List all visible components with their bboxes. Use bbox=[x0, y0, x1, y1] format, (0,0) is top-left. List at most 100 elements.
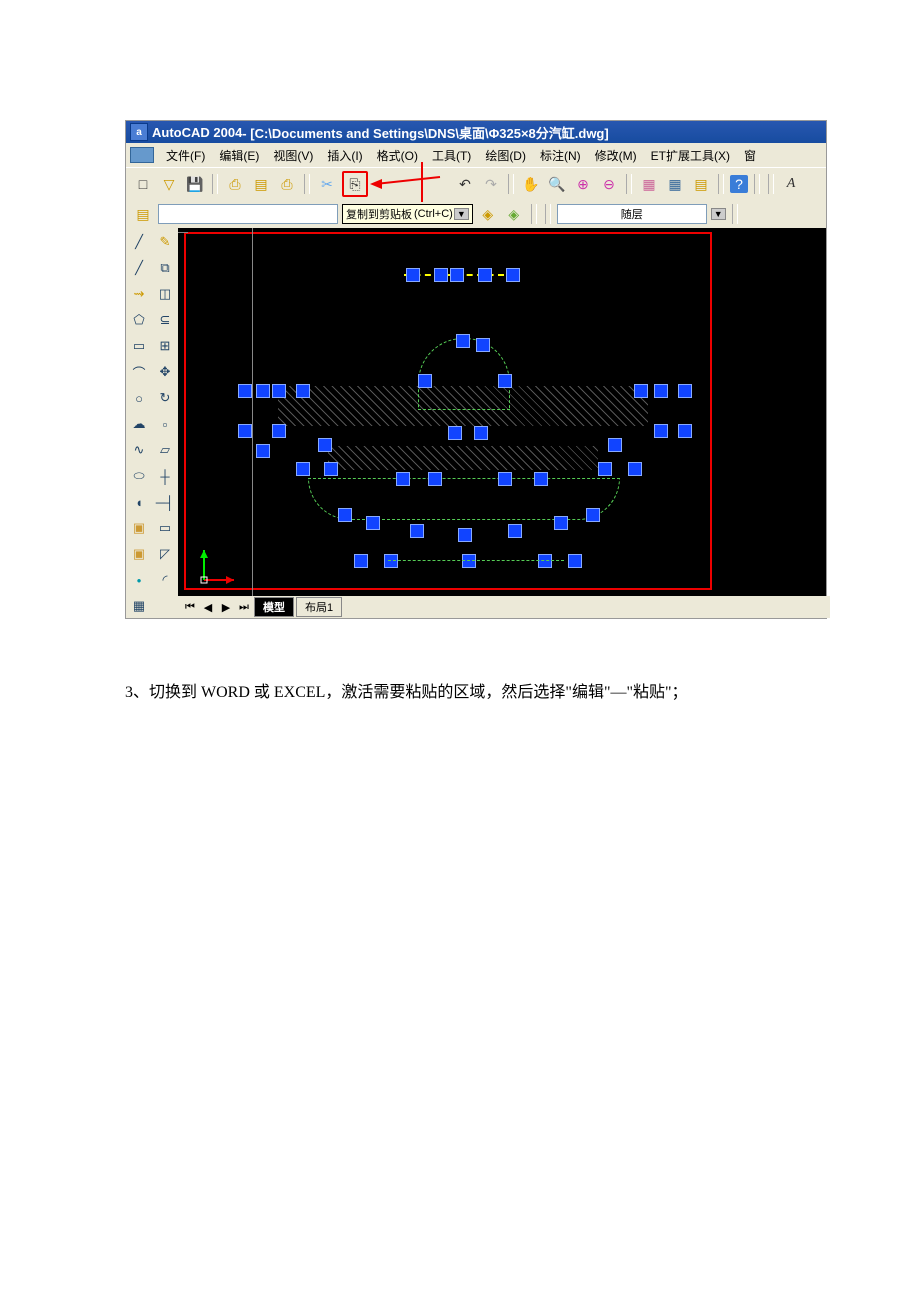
save-icon[interactable]: 💾 bbox=[184, 173, 206, 195]
erase-icon[interactable]: ✎ bbox=[155, 232, 175, 252]
redo-icon[interactable]: ↷ bbox=[480, 173, 502, 195]
move-icon[interactable]: ✥ bbox=[155, 362, 175, 382]
circle-icon[interactable]: ○ bbox=[129, 388, 149, 408]
xline-icon[interactable]: ╱ bbox=[129, 258, 149, 278]
help-icon[interactable]: ? bbox=[730, 175, 748, 193]
grip[interactable] bbox=[498, 472, 512, 486]
pan-icon[interactable]: ✋ bbox=[520, 173, 542, 195]
grip[interactable] bbox=[478, 268, 492, 282]
grip[interactable] bbox=[628, 462, 642, 476]
copy-obj-icon[interactable]: ⧉ bbox=[155, 258, 175, 278]
menu-file[interactable]: 文件(F) bbox=[162, 147, 209, 164]
grip[interactable] bbox=[324, 462, 338, 476]
revcloud-icon[interactable]: ☁ bbox=[129, 414, 149, 434]
scale-icon[interactable]: ▫ bbox=[155, 414, 175, 434]
array-icon[interactable]: ⊞ bbox=[155, 336, 175, 356]
tab-model[interactable]: 模型 bbox=[254, 597, 294, 617]
earc-icon[interactable]: ◖ bbox=[129, 492, 149, 512]
stretch-icon[interactable]: ▱ bbox=[155, 440, 175, 460]
layer-state-icon[interactable]: ◈ bbox=[503, 203, 525, 225]
grip[interactable] bbox=[554, 516, 568, 530]
break-icon[interactable]: ▭ bbox=[155, 518, 175, 538]
menu-dim[interactable]: 标注(N) bbox=[536, 147, 585, 164]
tab-next-icon[interactable]: ▶ bbox=[218, 599, 234, 615]
grip[interactable] bbox=[318, 438, 332, 452]
mirror-icon[interactable]: ◫ bbox=[155, 284, 175, 304]
grip[interactable] bbox=[476, 338, 490, 352]
cut-icon[interactable]: ✂ bbox=[316, 173, 338, 195]
layer-prev-icon[interactable]: ◈ bbox=[477, 203, 499, 225]
menu-edit[interactable]: 编辑(E) bbox=[215, 147, 263, 164]
fillet-icon[interactable]: ◜ bbox=[155, 570, 175, 590]
grip[interactable] bbox=[366, 516, 380, 530]
grip[interactable] bbox=[508, 524, 522, 538]
grip[interactable] bbox=[568, 554, 582, 568]
grip[interactable] bbox=[354, 554, 368, 568]
grip[interactable] bbox=[272, 384, 286, 398]
open-icon[interactable]: ▽ bbox=[158, 173, 180, 195]
tab-first-icon[interactable]: ⏮ bbox=[182, 599, 198, 615]
dropdown-icon[interactable]: ▼ bbox=[711, 208, 726, 220]
grip[interactable] bbox=[428, 472, 442, 486]
grip[interactable] bbox=[296, 462, 310, 476]
grip[interactable] bbox=[338, 508, 352, 522]
grip[interactable] bbox=[396, 472, 410, 486]
ellipse-icon[interactable]: ⬭ bbox=[129, 466, 149, 486]
undo-icon[interactable]: ↶ bbox=[454, 173, 476, 195]
dcenter-icon[interactable]: ▦ bbox=[664, 173, 686, 195]
copy-icon[interactable]: ⎘ bbox=[342, 171, 368, 197]
publish-icon[interactable]: ⎙ bbox=[276, 173, 298, 195]
grip[interactable] bbox=[456, 334, 470, 348]
grip[interactable] bbox=[410, 524, 424, 538]
grip[interactable] bbox=[238, 424, 252, 438]
tpal-icon[interactable]: ▤ bbox=[690, 173, 712, 195]
grip[interactable] bbox=[534, 472, 548, 486]
grip[interactable] bbox=[462, 554, 476, 568]
grip[interactable] bbox=[634, 384, 648, 398]
offset-icon[interactable]: ⊆ bbox=[155, 310, 175, 330]
grip[interactable] bbox=[608, 438, 622, 452]
line-icon[interactable]: ╱ bbox=[129, 232, 149, 252]
mblock-icon[interactable]: ▣ bbox=[129, 544, 149, 564]
grip[interactable] bbox=[296, 384, 310, 398]
dropdown-icon[interactable]: ▼ bbox=[454, 208, 469, 220]
tab-layout1[interactable]: 布局1 bbox=[296, 597, 342, 617]
arc-icon[interactable]: ⌒ bbox=[129, 362, 149, 382]
menu-format[interactable]: 格式(O) bbox=[373, 147, 422, 164]
grip[interactable] bbox=[474, 426, 488, 440]
props-icon[interactable]: ▦ bbox=[638, 173, 660, 195]
grip[interactable] bbox=[238, 384, 252, 398]
layers-icon[interactable]: ▤ bbox=[132, 203, 154, 225]
menu-tools[interactable]: 工具(T) bbox=[428, 147, 475, 164]
block-icon[interactable]: ▣ bbox=[129, 518, 149, 538]
new-icon[interactable]: □ bbox=[132, 173, 154, 195]
grip[interactable] bbox=[272, 424, 286, 438]
zoom-win-icon[interactable]: ⊕ bbox=[572, 173, 594, 195]
grip[interactable] bbox=[498, 374, 512, 388]
linetype-dropdown[interactable]: 随层 bbox=[557, 204, 707, 224]
zoom-prev-icon[interactable]: ⊖ bbox=[598, 173, 620, 195]
grip[interactable] bbox=[586, 508, 600, 522]
grip[interactable] bbox=[384, 554, 398, 568]
grip[interactable] bbox=[678, 384, 692, 398]
grip[interactable] bbox=[654, 424, 668, 438]
tab-prev-icon[interactable]: ◀ bbox=[200, 599, 216, 615]
extend-icon[interactable]: ─┤ bbox=[155, 492, 175, 512]
menu-view[interactable]: 视图(V) bbox=[269, 147, 317, 164]
zoom-rt-icon[interactable]: 🔍 bbox=[546, 173, 568, 195]
grip[interactable] bbox=[448, 426, 462, 440]
grip[interactable] bbox=[418, 374, 432, 388]
grip[interactable] bbox=[506, 268, 520, 282]
grip[interactable] bbox=[256, 384, 270, 398]
tab-last-icon[interactable]: ⏭ bbox=[236, 599, 252, 615]
hatch-icon[interactable]: ▦ bbox=[129, 596, 149, 616]
pline-icon[interactable]: ⇝ bbox=[129, 284, 149, 304]
grip[interactable] bbox=[256, 444, 270, 458]
model-space[interactable]: ⏮ ◀ ▶ ⏭ 模型 布局1 bbox=[178, 228, 826, 618]
text-icon[interactable]: A bbox=[780, 173, 802, 195]
rectangle-icon[interactable]: ▭ bbox=[129, 336, 149, 356]
menu-et[interactable]: ET扩展工具(X) bbox=[647, 147, 734, 164]
spline-icon[interactable]: ∿ bbox=[129, 440, 149, 460]
grip[interactable] bbox=[678, 424, 692, 438]
grip[interactable] bbox=[406, 268, 420, 282]
